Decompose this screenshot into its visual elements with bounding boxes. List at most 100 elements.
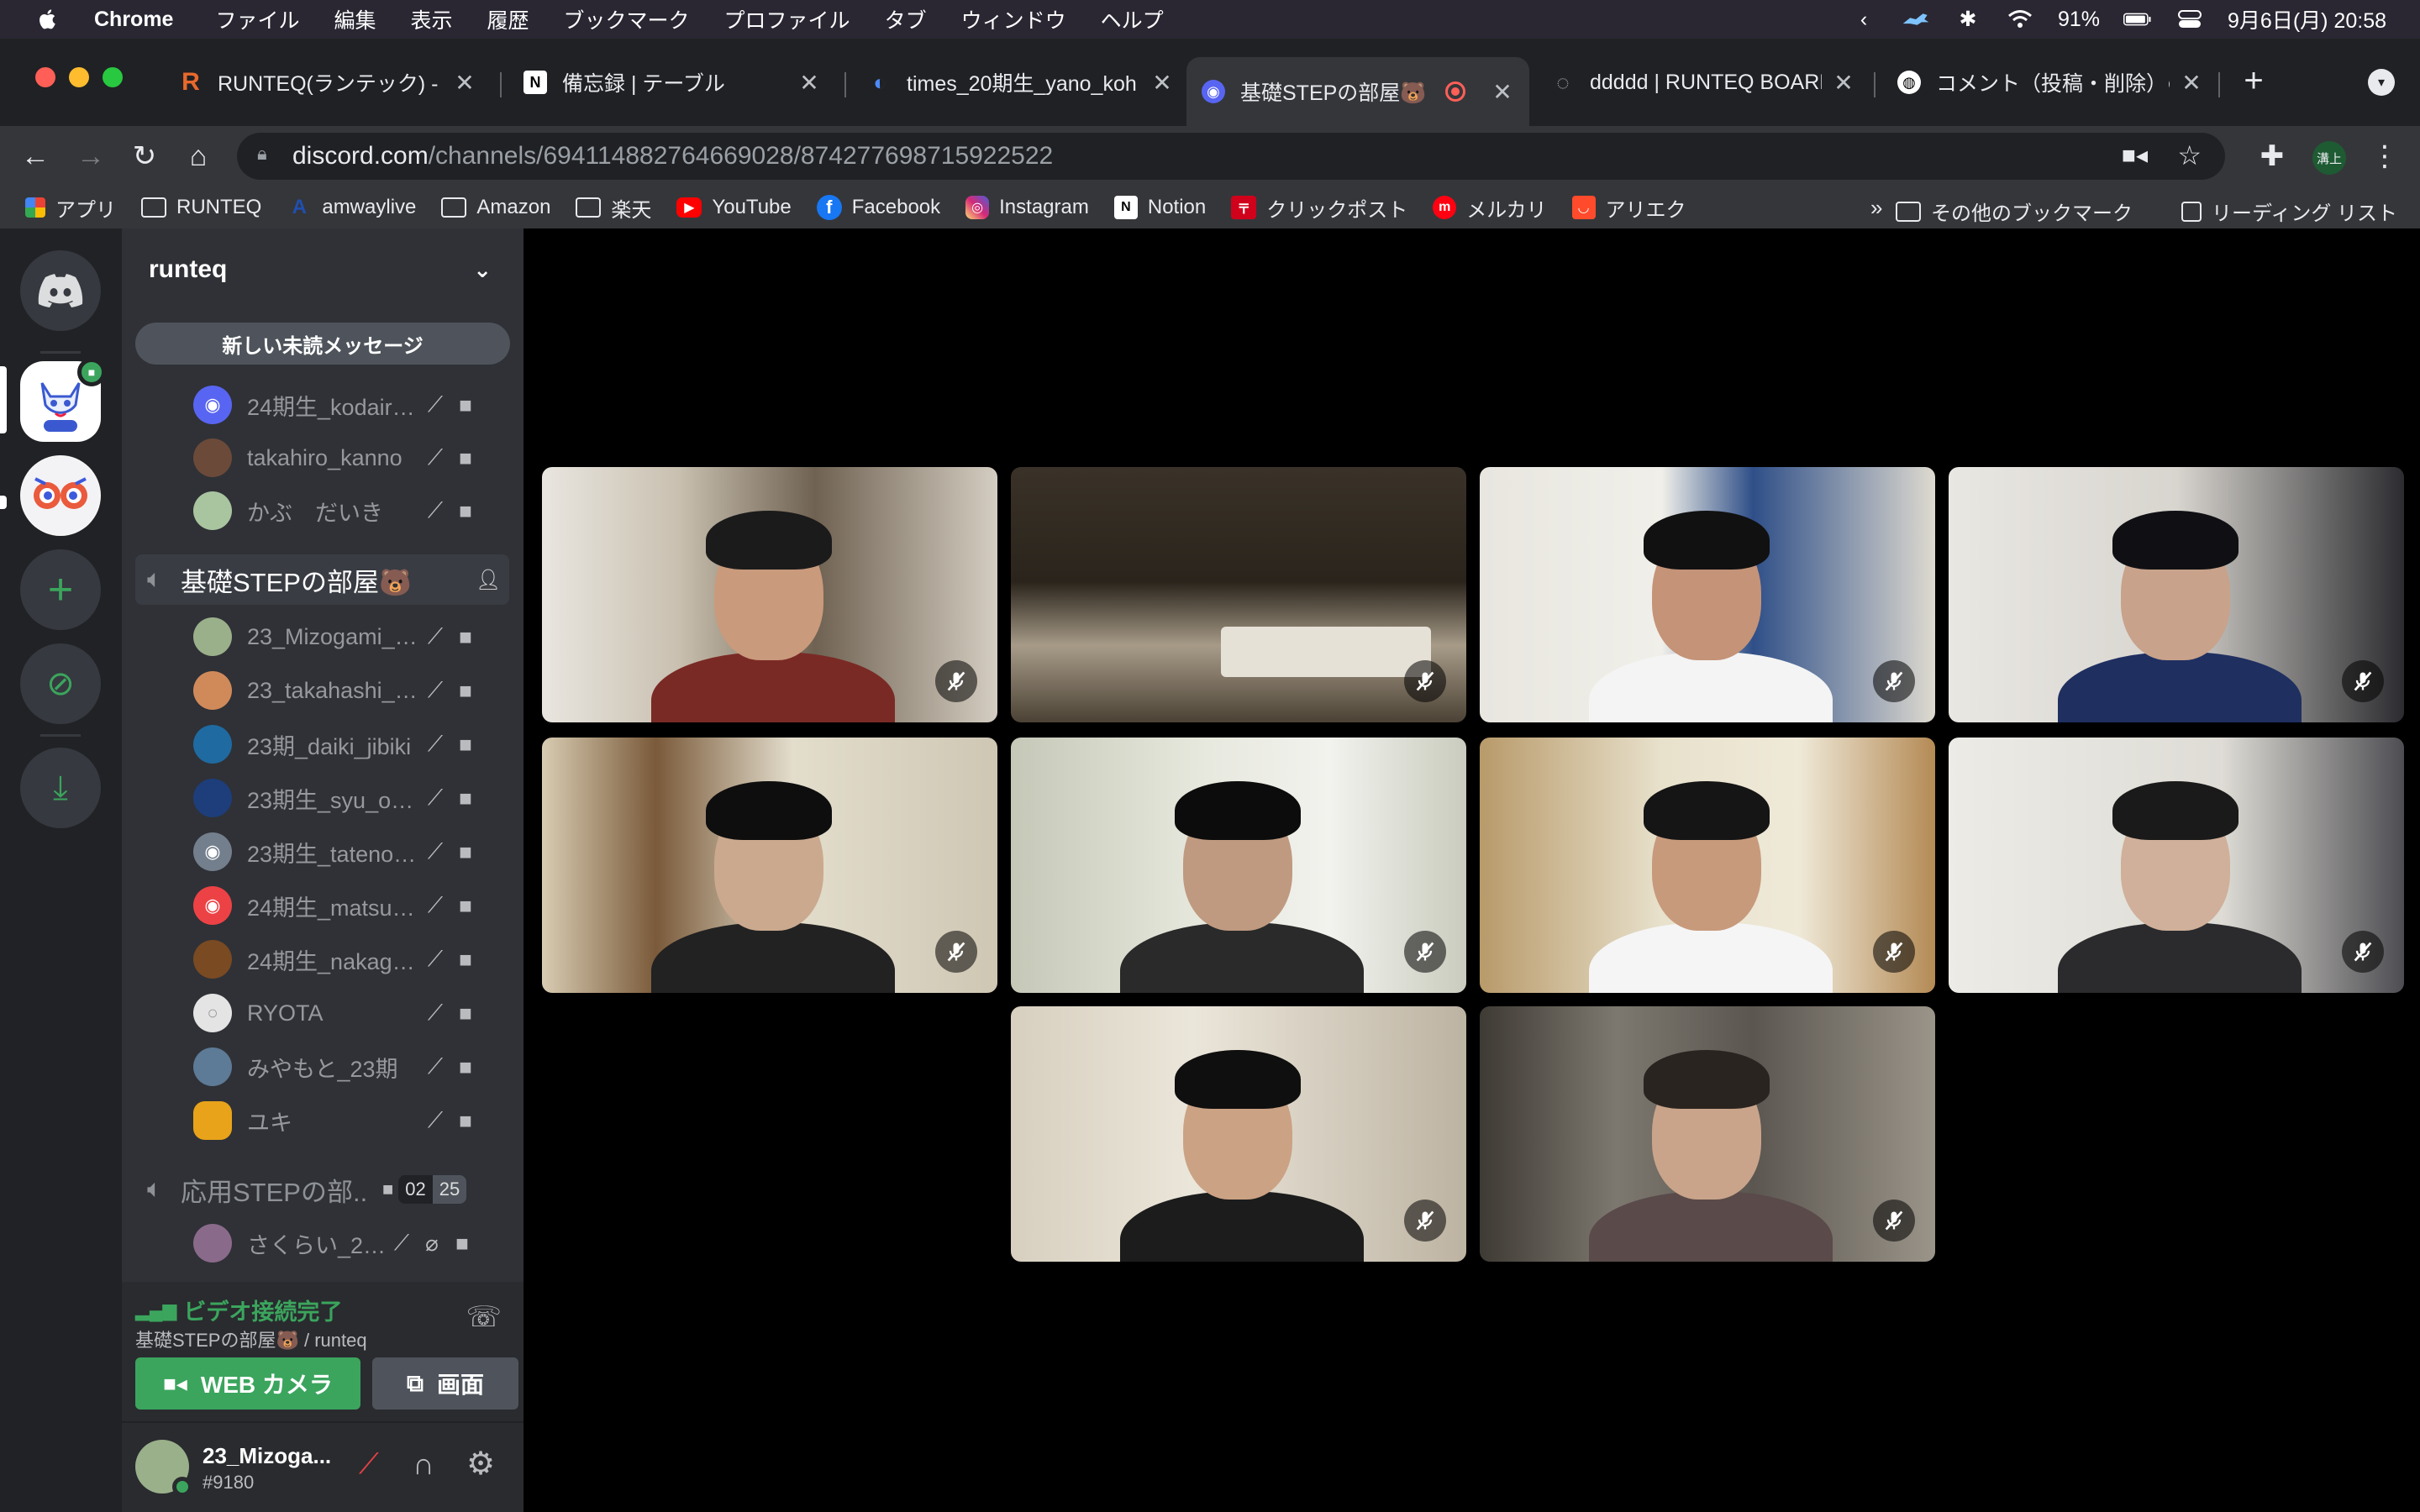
discord-home-button[interactable] (20, 250, 101, 331)
mic-muted-icon[interactable]: ⟋ (359, 1448, 379, 1481)
bookmark-notion[interactable]: N Notion (1113, 196, 1206, 219)
voice-member[interactable]: 23_Mizogami_A... ⟋ ■ (193, 613, 513, 660)
video-tile[interactable] (542, 738, 997, 993)
reading-list[interactable]: リーディング リスト (2181, 197, 2397, 226)
server-owl[interactable] (20, 455, 101, 536)
chevron-left-icon[interactable]: ‹ (1849, 8, 1878, 31)
voice-member[interactable]: かぶ だいき ⟋ ■ (193, 487, 513, 534)
bookmark-amazon[interactable]: Amazon (441, 196, 550, 219)
video-tile[interactable] (542, 467, 997, 722)
tab-times[interactable]: ◐ times_20期生_yano_koh ✕ (853, 60, 1189, 104)
voice-member[interactable]: ○ RYOTA ⟋ ■ (193, 990, 513, 1037)
voice-member[interactable]: みやもと_23期 ⟋ ■ (193, 1043, 513, 1090)
wifi-icon[interactable] (2006, 8, 2034, 30)
voice-member[interactable]: ◉ 24期生_kodaira... ⟋ ■ (193, 381, 513, 428)
tab-close-icon[interactable]: ✕ (453, 69, 476, 97)
kebab-menu-icon[interactable]: ⋮ (2366, 138, 2403, 175)
menu-history[interactable]: 履歴 (487, 4, 529, 34)
camera-permission-icon[interactable]: ■◂ (2122, 141, 2148, 169)
bookmarks-overflow-chevron-icon[interactable]: » (1870, 195, 1882, 221)
lock-icon[interactable]: 🔒︎ (257, 143, 267, 165)
screen-share-button[interactable]: ⧉ 画面 (372, 1357, 518, 1410)
menu-bookmarks[interactable]: ブックマーク (564, 4, 690, 34)
menu-help[interactable]: ヘルプ (1101, 4, 1164, 34)
voice-channel-oyo-step[interactable]: 🔈︎ 応用STEPの部... ■ 02 25 (135, 1164, 509, 1215)
bookmark-mercari[interactable]: m メルカリ (1433, 193, 1547, 223)
voice-member[interactable]: takahiro_kanno ⟋ ■ (193, 434, 513, 481)
address-bar[interactable]: 🔒︎ discord.com/channels/6941148827646690… (237, 133, 2225, 180)
video-tile[interactable] (1480, 1006, 1935, 1262)
tab-runteq[interactable]: R RUNTEQ(ランテック) - W ✕ (164, 60, 492, 104)
webcam-button[interactable]: ■◂ WEB カメラ (135, 1357, 360, 1410)
voice-location[interactable]: 基礎STEPの部屋🐻 / runteq (135, 1326, 367, 1352)
bookmark-clickpost[interactable]: 〒クリックポスト (1231, 193, 1407, 223)
voice-channel-kiso-step[interactable]: 🔈︎ 基礎STEPの部屋🐻 👤︎ (135, 554, 509, 605)
tab-close-icon[interactable]: ✕ (1832, 69, 1855, 97)
menu-app-name[interactable]: Chrome (94, 8, 173, 32)
video-tile[interactable] (1011, 1006, 1466, 1262)
extensions-puzzle-icon[interactable]: ✚ (2254, 138, 2291, 175)
voice-member[interactable]: ◉ 23期生_tateno_... ⟋ ■ (193, 828, 513, 875)
menu-profile[interactable]: プロファイル (724, 4, 850, 34)
voice-member[interactable]: さくらい_22... ⟋ ⌀ ■ (193, 1220, 513, 1267)
voice-member[interactable]: 24期生_nakaga... ⟋ ■ (193, 936, 513, 983)
reload-icon[interactable]: ↻ (126, 138, 163, 175)
cat-icon[interactable] (1902, 8, 1930, 30)
bookmark-rakuten[interactable]: 楽天 (576, 193, 651, 223)
video-tile[interactable] (1480, 467, 1935, 722)
menu-edit[interactable]: 編集 (334, 4, 376, 34)
control-center-icon[interactable] (2175, 8, 2204, 30)
menu-file[interactable]: ファイル (215, 4, 299, 34)
voice-member[interactable]: ◉ 24期生_matsuki... ⟋ ■ (193, 882, 513, 929)
video-tile[interactable] (1949, 467, 2404, 722)
forward-arrow-icon[interactable]: → (72, 138, 109, 175)
video-tile[interactable] (1480, 738, 1935, 993)
home-icon[interactable]: ⌂ (180, 138, 217, 175)
bookmark-youtube[interactable]: ▶ YouTube (676, 196, 792, 219)
back-arrow-icon[interactable]: ← (17, 138, 54, 175)
tab-close-icon[interactable]: ✕ (1491, 78, 1514, 106)
close-window-button[interactable] (35, 67, 55, 87)
server-runteq[interactable]: ■ (20, 358, 106, 442)
chevron-down-icon[interactable]: ⌄ (473, 257, 492, 283)
headphones-icon[interactable]: ∩ (413, 1446, 434, 1482)
bookmark-other-folder[interactable]: その他のブックマーク (1896, 197, 2133, 226)
voice-member[interactable]: 23期_daiki_jibiki ⟋ ■ (193, 721, 513, 768)
bookmark-instagram[interactable]: ◎ Instagram (965, 196, 1089, 219)
voice-status[interactable]: ▂▄▆ ビデオ接続完了 (135, 1294, 342, 1326)
add-server-button[interactable]: + (20, 549, 101, 630)
explore-servers-button[interactable]: ⊘ (20, 643, 101, 724)
video-tile[interactable] (1011, 738, 1466, 993)
bookmark-amwaylive[interactable]: Aamwaylive (287, 196, 417, 219)
tab-runteq-board[interactable]: ◌ ddddd | RUNTEQ BOARD ✕ (1536, 60, 1870, 104)
voice-member[interactable]: 23期生_syu_ono... ⟋ ■ (193, 774, 513, 822)
profile-avatar[interactable]: 溝上 (2312, 141, 2346, 175)
disconnect-call-icon[interactable]: ☏ (466, 1300, 502, 1334)
bookmark-facebook[interactable]: f Facebook (816, 195, 940, 220)
menu-window[interactable]: ウィンドウ (961, 4, 1066, 34)
apple-icon[interactable] (35, 7, 60, 32)
bookmark-star-icon[interactable]: ☆ (2177, 139, 2202, 171)
zoom-window-button[interactable] (103, 67, 123, 87)
menu-view[interactable]: 表示 (411, 4, 453, 34)
tab-search-chevron-icon[interactable]: ▾ (2368, 69, 2395, 96)
voice-member[interactable]: 23_takahashi_sh... ⟋ ■ (193, 667, 513, 714)
battery-icon[interactable] (2123, 8, 2152, 30)
user-name[interactable]: 23_Mizoga... (203, 1443, 331, 1469)
tab-close-icon[interactable]: ✕ (797, 69, 821, 97)
menu-tab[interactable]: タブ (885, 4, 927, 34)
video-tile[interactable] (1949, 738, 2404, 993)
tab-close-icon[interactable]: ✕ (1150, 69, 1174, 97)
bookmark-runteq[interactable]: RUNTEQ (141, 196, 261, 219)
server-header[interactable]: runteq ⌄ (122, 228, 523, 309)
tab-comment[interactable]: ◍ コメント（投稿・削除）のA ✕ (1882, 60, 2218, 104)
bluetooth-icon[interactable]: ✱ (1954, 8, 1982, 31)
bookmark-apps[interactable]: アプリ (25, 193, 116, 223)
bookmark-aliexpress[interactable]: ◡ アリエク (1571, 193, 1686, 223)
video-tile[interactable] (1011, 467, 1466, 722)
settings-gear-icon[interactable]: ⚙ (466, 1445, 495, 1483)
download-apps-button[interactable]: ⤓ (20, 748, 101, 828)
menubar-clock[interactable]: 9月6日(月) 20:58 (2228, 4, 2386, 34)
tab-notion[interactable]: N 備忘録 | テーブル ✕ (508, 60, 836, 104)
tab-discord-active[interactable]: ◉ 基礎STEPの部屋🐻 ✕ (1186, 57, 1529, 126)
